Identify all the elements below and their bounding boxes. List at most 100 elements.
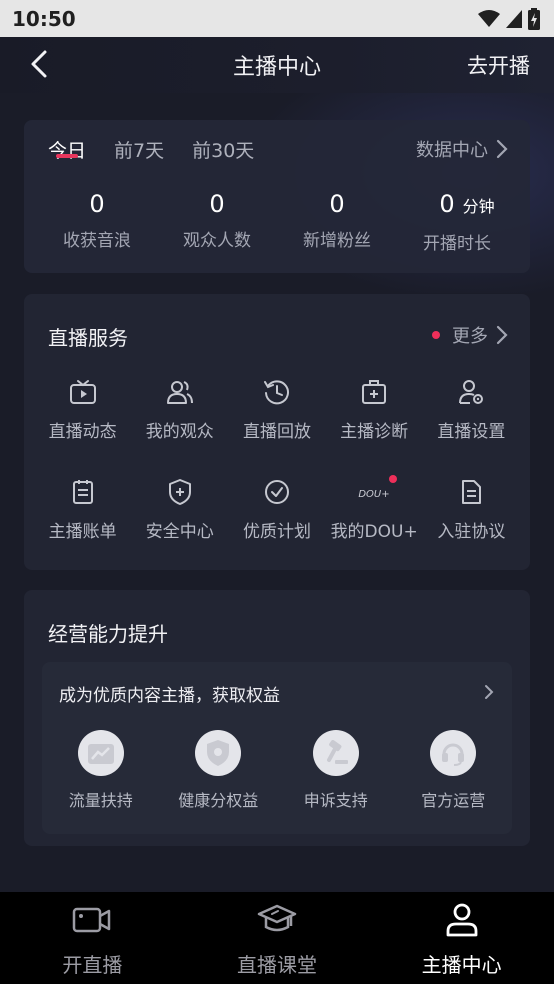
benefit-badge [312, 730, 359, 776]
nav-live-classroom[interactable]: 直播课堂 [185, 892, 370, 984]
nav-label: 开直播 [62, 953, 123, 977]
stats-card: 今日 前7天 前30天 数据中心 0 收获音浪 0 观众人数 0 新增粉丝 0分… [24, 120, 530, 273]
service-my-dou-plus[interactable]: DOU+ 我的DOU+ [326, 475, 423, 542]
stat-label: 新增粉丝 [303, 231, 371, 251]
service-grid-row-1: 直播动态 我的观众 直播回放 主播诊断 直播设置 [34, 377, 520, 442]
document-icon [462, 480, 482, 504]
shield-icon [168, 479, 191, 505]
bill-icon [72, 480, 93, 504]
stat-value: 0 [209, 190, 225, 218]
svg-text:DOU+: DOU+ [359, 489, 390, 500]
benefit-label: 健康分权益 [178, 791, 259, 810]
stat-viewers[interactable]: 0 观众人数 [157, 188, 277, 254]
service-streamer-diagnosis[interactable]: 主播诊断 [326, 377, 423, 442]
benefit-official-operation[interactable]: 官方运营 [395, 730, 513, 811]
service-label: 优质计划 [242, 522, 311, 542]
chevron-right-icon [496, 139, 508, 159]
benefit-health-score[interactable]: 健康分权益 [160, 730, 278, 811]
benefit-label: 申诉支持 [303, 791, 368, 810]
service-my-audience[interactable]: 我的观众 [131, 377, 228, 442]
section-title: 经营能力提升 [48, 622, 168, 646]
service-live-replay[interactable]: 直播回放 [228, 377, 325, 442]
tab-30-days[interactable]: 前30天 [192, 136, 254, 163]
service-label: 我的DOU+ [330, 522, 418, 542]
stat-sound-waves[interactable]: 0 收获音浪 [37, 188, 157, 254]
check-circle-icon [264, 480, 289, 504]
service-streamer-bill[interactable]: 主播账单 [34, 477, 131, 542]
benefit-traffic-support[interactable]: 流量扶持 [42, 730, 160, 811]
data-center-label: 数据中心 [416, 140, 488, 161]
service-label: 直播设置 [437, 422, 506, 442]
more-label: 更多 [452, 326, 488, 347]
more-link[interactable]: 更多 [432, 322, 508, 348]
camera-icon [73, 907, 111, 933]
chevron-right-icon [496, 325, 508, 345]
benefit-badge [430, 730, 477, 776]
chart-icon [87, 744, 114, 764]
back-arrow-icon[interactable] [26, 47, 56, 81]
benefit-appeal-support[interactable]: 申诉支持 [277, 730, 395, 811]
service-label: 主播诊断 [340, 422, 409, 442]
person-icon [446, 903, 478, 937]
battery-icon [528, 7, 540, 30]
quality-streamer-panel[interactable]: 成为优质内容主播，获取权益 流量扶持 健康分权益 申诉支持 官方运营 [42, 662, 512, 834]
headset-icon [442, 743, 465, 766]
stat-live-duration[interactable]: 0 分钟 开播时长 [397, 188, 517, 254]
service-label: 我的观众 [145, 422, 214, 442]
nav-streamer-center[interactable]: 主播中心 [369, 892, 554, 984]
benefit-label: 流量扶持 [68, 791, 133, 810]
service-settlement-agreement[interactable]: 入驻协议 [423, 477, 520, 542]
benefit-badge [77, 730, 124, 776]
nav-label: 直播课堂 [236, 953, 317, 977]
signal-icon [506, 9, 522, 28]
medical-kit-icon [362, 380, 387, 404]
status-icons [478, 7, 540, 30]
service-label: 直播动态 [48, 422, 117, 442]
stat-unit: 分钟 [462, 197, 495, 216]
tab-today[interactable]: 今日 [48, 136, 86, 163]
service-live-activity[interactable]: 直播动态 [34, 377, 131, 442]
benefit-badge [195, 730, 242, 776]
stat-label: 观众人数 [183, 231, 251, 251]
service-label: 入驻协议 [437, 522, 506, 542]
period-tabs: 今日 前7天 前30天 [48, 136, 254, 163]
service-label: 安全中心 [145, 522, 214, 542]
dou-plus-icon: DOU+ [359, 489, 390, 500]
tab-7-days[interactable]: 前7天 [114, 136, 164, 163]
live-services-card: 直播服务 更多 直播动态 我的观众 直播回放 主播诊断 直播设置 主播账单 安全… [24, 294, 530, 570]
benefit-label: 官方运营 [421, 791, 486, 810]
notification-dot [432, 331, 440, 339]
shield-heart-icon [207, 740, 230, 766]
gavel-icon [326, 740, 348, 764]
page-title: 主播中心 [232, 55, 321, 80]
service-security-center[interactable]: 安全中心 [131, 477, 228, 542]
service-label: 直播回放 [242, 422, 311, 442]
section-title: 直播服务 [48, 326, 128, 350]
wifi-icon [478, 9, 500, 27]
service-grid-row-2: 主播账单 安全中心 优质计划 DOU+ 我的DOU+ 入驻协议 [34, 475, 520, 542]
chevron-right-icon [485, 685, 494, 699]
benefits-row: 流量扶持 健康分权益 申诉支持 官方运营 [42, 730, 512, 811]
stat-value: 0 [329, 190, 345, 218]
stat-label: 开播时长 [423, 234, 491, 254]
graduation-cap-icon [257, 904, 297, 932]
stat-label: 收获音浪 [63, 231, 131, 251]
nav-go-live[interactable]: 开直播 [0, 892, 185, 984]
service-quality-plan[interactable]: 优质计划 [228, 477, 325, 542]
stat-new-fans[interactable]: 0 新增粉丝 [277, 188, 397, 254]
stat-value: 0 [89, 190, 105, 218]
replay-icon [263, 380, 289, 405]
stat-value: 0 [439, 190, 455, 218]
go-live-button[interactable]: 去开播 [467, 50, 530, 80]
audience-icon [166, 381, 193, 404]
stats-row: 0 收获音浪 0 观众人数 0 新增粉丝 0 分钟 开播时长 [24, 188, 530, 254]
service-live-settings[interactable]: 直播设置 [423, 377, 520, 442]
nav-label: 主播中心 [421, 953, 502, 977]
tv-icon [69, 380, 96, 404]
promo-text: 成为优质内容主播，获取权益 [59, 686, 280, 706]
user-settings-icon [459, 380, 484, 404]
bottom-nav: 开直播 直播课堂 主播中心 [0, 892, 554, 984]
data-center-link[interactable]: 数据中心 [416, 136, 508, 162]
status-time: 10:50 [12, 6, 76, 31]
service-label: 主播账单 [48, 522, 117, 542]
